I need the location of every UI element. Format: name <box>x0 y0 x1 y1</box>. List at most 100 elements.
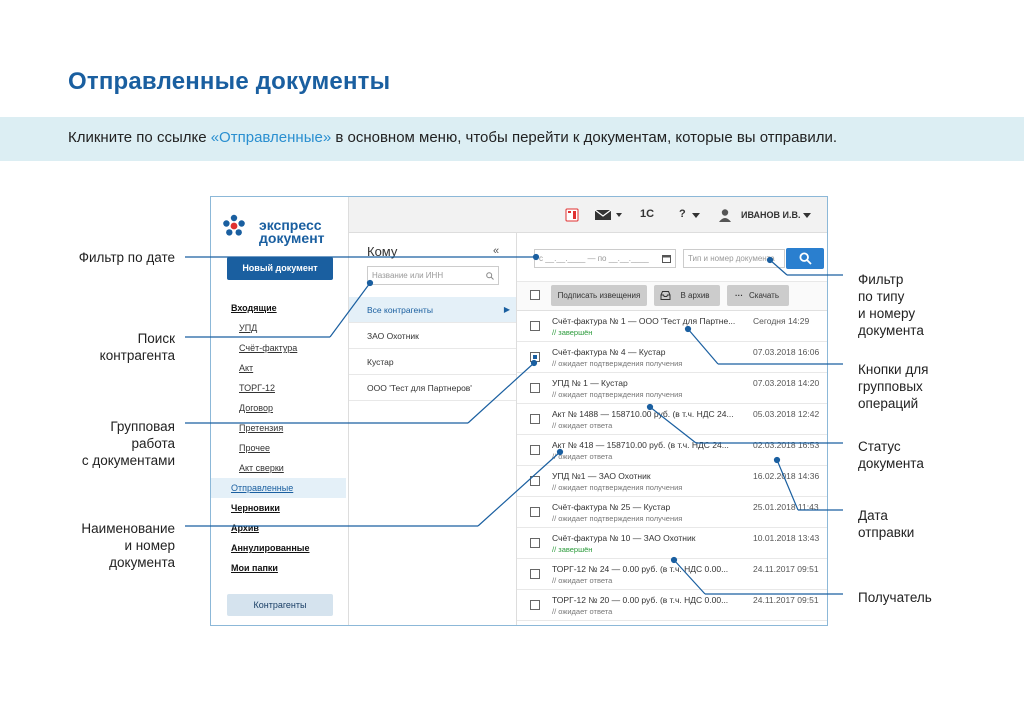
document-row[interactable]: Акт № 1488 — 158710.00 руб. (в т.ч. НДС … <box>517 404 827 435</box>
nav-item[interactable]: Мои папки <box>231 558 349 578</box>
row-checkbox[interactable] <box>530 321 540 331</box>
document-title: ТОРГ-12 № 24 — 0.00 руб. (в т.ч. НДС 0.0… <box>552 564 729 574</box>
nav-item[interactable]: ТОРГ-12 <box>231 378 349 398</box>
document-title: Счёт-фактура № 25 — Кустар <box>552 502 671 512</box>
callout-date-filter: Фильтр по дате <box>78 250 175 265</box>
row-checkbox[interactable] <box>530 352 540 362</box>
contractor-label: Кустар <box>367 357 394 367</box>
sent-link-mention: «Отправленные» <box>210 129 332 146</box>
document-row[interactable]: УПД № 1 — Кустар // ожидает подтверждения… <box>517 373 827 404</box>
new-document-button[interactable]: Новый документ <box>227 257 333 280</box>
row-checkbox[interactable] <box>530 476 540 486</box>
document-status: // ожидает подтверждения получения <box>552 514 683 523</box>
mail-settings-icon[interactable] <box>594 208 624 222</box>
row-checkbox[interactable] <box>530 414 540 424</box>
search-icon <box>486 272 494 280</box>
collapse-panel-icon[interactable]: « <box>493 245 499 257</box>
user-name-menu[interactable]: ИВАНОВ И.В. <box>741 210 801 220</box>
document-status: // завершён <box>552 545 593 554</box>
document-title: УПД № 1 — Кустар <box>552 378 628 388</box>
onec-integration-button[interactable]: 1С <box>640 208 654 220</box>
nav-item[interactable]: Претензия <box>231 418 349 438</box>
calendar-icon[interactable] <box>662 254 671 263</box>
nav-item[interactable]: Акт <box>231 358 349 378</box>
user-avatar-icon[interactable] <box>718 208 732 222</box>
document-row[interactable]: Счёт-фактура № 4 — Кустар // ожидает подт… <box>517 342 827 373</box>
nav-item[interactable]: Прочее <box>231 438 349 458</box>
group-actions-bar: Подписать извещения В архив ··· Скачать <box>517 281 827 311</box>
app-screenshot: экспресс документ Новый документ Входящи… <box>210 196 828 626</box>
contractor-list-item[interactable]: Все контрагенты ▶ <box>349 297 516 323</box>
document-date: 25.01.2018 11:43 <box>753 502 819 512</box>
callout-recipient: Получатель <box>858 590 932 605</box>
document-row[interactable]: Счёт-фактура № 25 — Кустар // ожидает под… <box>517 497 827 528</box>
row-checkbox[interactable] <box>530 538 540 548</box>
chevron-down-icon[interactable] <box>692 213 700 219</box>
contractor-list-item[interactable]: ЗАО Охотник <box>349 323 516 349</box>
contractor-label: ООО 'Тест для Партнеров' <box>367 383 472 393</box>
nav-item[interactable]: Акт сверки <box>231 458 349 478</box>
document-status: // ожидает подтверждения получения <box>552 483 683 492</box>
search-button[interactable] <box>786 248 824 269</box>
row-checkbox[interactable] <box>530 383 540 393</box>
nav-item[interactable]: УПД <box>231 318 349 338</box>
doc-type-number-filter-input[interactable]: Тип и номер документа <box>683 249 785 268</box>
contractor-list-item[interactable]: Кустар <box>349 349 516 375</box>
document-row[interactable]: ТОРГ-12 № 20 — 0.00 руб. (в т.ч. НДС 0.0… <box>517 590 827 621</box>
document-title: Счёт-фактура № 1 — ООО 'Тест для Партне.… <box>552 316 736 326</box>
document-date: 05.03.2018 12:42 <box>753 409 820 419</box>
nav-item[interactable]: Договор <box>231 398 349 418</box>
callout-contractor-search: Поиск контрагента <box>99 331 175 363</box>
row-checkbox[interactable] <box>530 445 540 455</box>
nav-item[interactable]: Счёт-фактура <box>231 338 349 358</box>
top-bar: 1С ? ИВАНОВ И.В. <box>349 197 827 233</box>
nav-item[interactable]: Аннулированные <box>231 538 349 558</box>
document-row[interactable]: Счёт-фактура № 10 — ЗАО Охотник // заверш… <box>517 528 827 559</box>
row-checkbox[interactable] <box>530 600 540 610</box>
nav-item[interactable]: Архив <box>231 518 349 538</box>
recipient-heading: Кому <box>367 244 398 259</box>
document-status: // ожидает ответа <box>552 576 613 585</box>
document-title: Счёт-фактура № 10 — ЗАО Охотник <box>552 533 696 543</box>
download-button[interactable]: ··· Скачать <box>727 285 789 306</box>
instruction-banner: Кликните по ссылке «Отправленные» в осно… <box>0 117 1024 161</box>
contractor-search-input[interactable]: Название или ИНН <box>367 266 499 285</box>
callout-doc-name: Наименование и номер документа <box>81 521 175 570</box>
chevron-down-icon[interactable] <box>803 213 811 219</box>
contractor-list-item[interactable]: ООО 'Тест для Партнеров' <box>349 375 516 401</box>
contractors-button[interactable]: Контрагенты <box>227 594 333 616</box>
more-dots-icon: ··· <box>735 291 743 300</box>
archive-button[interactable]: В архив <box>654 285 720 306</box>
date-filter-input[interactable]: с __.__.____ — по __.__.____ <box>534 249 676 268</box>
document-title: Счёт-фактура № 4 — Кустар <box>552 347 666 357</box>
documents-panel: с __.__.____ — по __.__.____ Тип и номер… <box>517 233 827 625</box>
select-all-checkbox[interactable] <box>530 290 540 300</box>
nav-item[interactable]: Черновики <box>231 498 349 518</box>
callout-type-filter: Фильтр по типу и номеру документа <box>858 272 924 338</box>
nav-item[interactable]: Входящие <box>231 298 349 318</box>
instruction-text: Кликните по ссылке «Отправленные» в осно… <box>68 129 838 146</box>
sign-notices-button[interactable]: Подписать извещения <box>551 285 647 306</box>
notification-badge-icon[interactable] <box>565 208 579 222</box>
document-row[interactable]: Акт № 418 — 158710.00 руб. (в т.ч. НДС 2… <box>517 435 827 466</box>
document-date: 02.03.2018 16:53 <box>753 440 820 450</box>
row-checkbox[interactable] <box>530 569 540 579</box>
chevron-right-icon: ▶ <box>503 305 510 314</box>
logo-icon <box>223 214 245 236</box>
main-sidebar: экспресс документ Новый документ Входящи… <box>211 197 349 625</box>
row-checkbox[interactable] <box>530 507 540 517</box>
document-row[interactable]: Счёт-фактура № 1 — ООО 'Тест для Партне.… <box>517 311 827 342</box>
document-status: // ожидает ответа <box>552 607 613 616</box>
help-button[interactable]: ? <box>679 208 686 220</box>
document-title: Акт № 1488 — 158710.00 руб. (в т.ч. НДС … <box>552 409 734 419</box>
nav-item[interactable]: Отправленные <box>211 478 346 498</box>
logo: экспресс документ <box>221 207 341 245</box>
document-date: 16.02.2018 14:36 <box>753 471 820 481</box>
logo-text: экспресс документ <box>259 217 325 246</box>
document-status: // ожидает подтверждения получения <box>552 359 683 368</box>
document-row[interactable]: УПД №1 — ЗАО Охотник // ожидает подтвержд… <box>517 466 827 497</box>
search-icon <box>799 252 812 265</box>
document-date: 07.03.2018 14:20 <box>753 378 820 388</box>
document-title: УПД №1 — ЗАО Охотник <box>552 471 651 481</box>
document-row[interactable]: ТОРГ-12 № 24 — 0.00 руб. (в т.ч. НДС 0.0… <box>517 559 827 590</box>
